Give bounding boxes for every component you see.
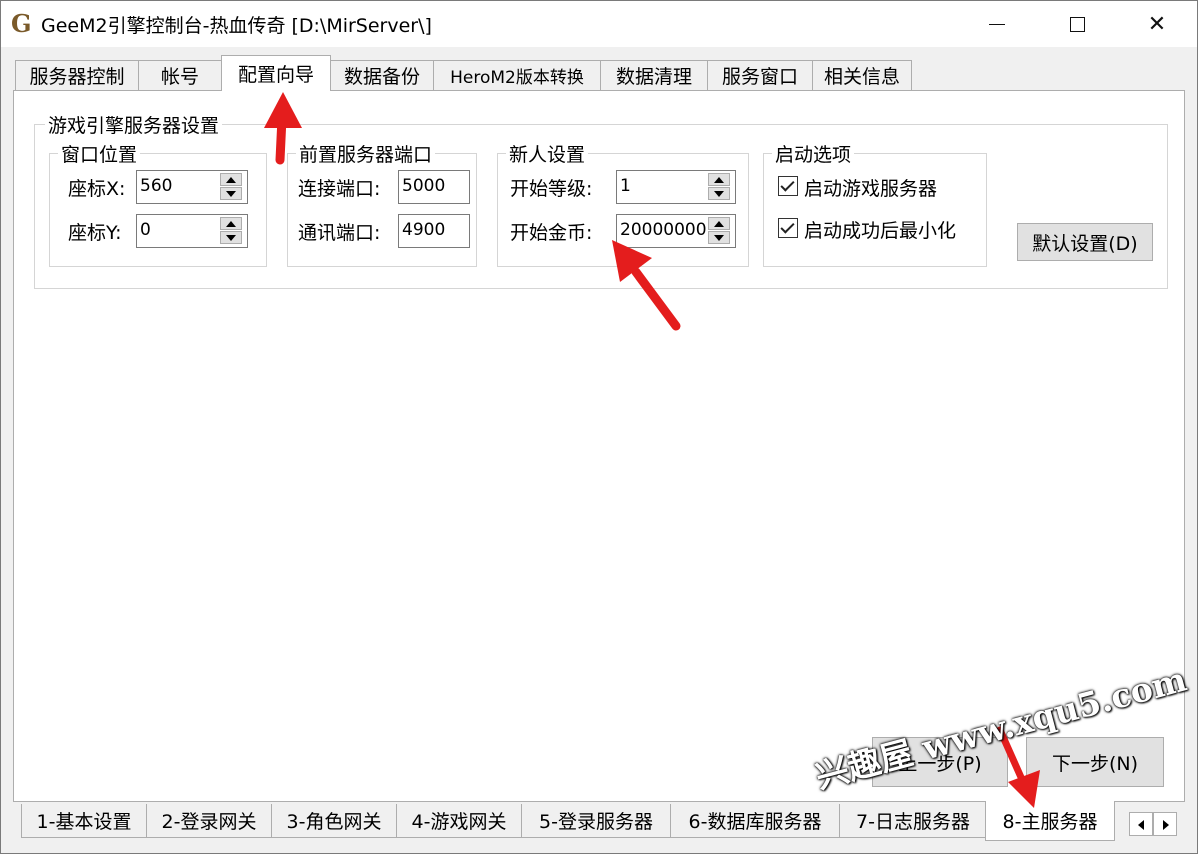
arrow-down-icon bbox=[714, 235, 724, 241]
start-game-server-checkbox[interactable] bbox=[778, 176, 798, 196]
config-wizard-panel: 游戏引擎服务器设置 窗口位置 座标X: 560 座标Y: 0 前置服务器端口 连… bbox=[13, 90, 1185, 802]
connect-port-input[interactable]: 5000 bbox=[398, 170, 470, 204]
tab-related-info[interactable]: 相关信息 bbox=[812, 60, 912, 90]
arrow-up-icon bbox=[714, 221, 724, 227]
spin-down-button[interactable] bbox=[220, 231, 242, 244]
bottom-tab-db-server[interactable]: 6-数据库服务器 bbox=[670, 804, 840, 838]
arrow-up-icon bbox=[714, 177, 724, 183]
start-level-value: 1 bbox=[620, 176, 631, 196]
bottom-tab-role-gate[interactable]: 3-角色网关 bbox=[271, 804, 397, 838]
spin-up-button[interactable] bbox=[708, 217, 730, 230]
tab-data-backup[interactable]: 数据备份 bbox=[330, 60, 434, 90]
maximize-button[interactable] bbox=[1037, 1, 1117, 47]
minimize-after-start-label[interactable]: 启动成功后最小化 bbox=[804, 216, 956, 243]
start-gold-spinner[interactable] bbox=[706, 216, 732, 246]
y-coord-label: 座标Y: bbox=[68, 222, 122, 244]
comm-port-value: 4900 bbox=[402, 220, 446, 240]
minimize-after-start-checkbox[interactable] bbox=[778, 218, 798, 238]
engine-settings-group: 游戏引擎服务器设置 窗口位置 座标X: 560 座标Y: 0 前置服务器端口 连… bbox=[34, 111, 1168, 289]
arrow-up-icon bbox=[226, 177, 236, 183]
app-logo-icon: G bbox=[11, 9, 32, 38]
tab-account[interactable]: 帐号 bbox=[138, 60, 222, 90]
tab-data-cleanup[interactable]: 数据清理 bbox=[600, 60, 708, 90]
tab-server-control[interactable]: 服务器控制 bbox=[15, 60, 139, 90]
tab-scroll-left-button[interactable] bbox=[1129, 812, 1153, 836]
window-position-title: 窗口位置 bbox=[58, 140, 141, 167]
arrow-down-icon bbox=[226, 191, 236, 197]
spin-down-button[interactable] bbox=[708, 231, 730, 244]
comm-port-label: 通讯端口: bbox=[298, 222, 381, 244]
newbie-settings-group: 新人设置 开始等级: 1 开始金币: 20000000 bbox=[497, 140, 749, 267]
minimize-button[interactable] bbox=[957, 1, 1037, 47]
arrow-down-icon bbox=[226, 235, 236, 241]
checkmark-icon bbox=[780, 177, 795, 192]
bottom-tab-login-server[interactable]: 5-登录服务器 bbox=[521, 804, 671, 838]
bottom-tab-login-gate[interactable]: 2-登录网关 bbox=[146, 804, 272, 838]
close-icon: ✕ bbox=[1147, 11, 1167, 37]
bottom-tab-basic[interactable]: 1-基本设置 bbox=[21, 804, 147, 838]
title-bar[interactable]: G GeeM2引擎控制台-热血传奇 [D:\MirServer\] ✕ bbox=[1, 1, 1197, 47]
minimize-icon bbox=[989, 23, 1005, 25]
maximize-icon bbox=[1069, 16, 1085, 32]
arrow-left-icon bbox=[1138, 820, 1144, 830]
window-position-group: 窗口位置 座标X: 560 座标Y: 0 bbox=[49, 140, 267, 267]
engine-settings-title: 游戏引擎服务器设置 bbox=[45, 111, 223, 138]
start-gold-label: 开始金币: bbox=[510, 222, 593, 244]
x-coord-value: 560 bbox=[140, 176, 173, 196]
start-game-server-label[interactable]: 启动游戏服务器 bbox=[804, 174, 937, 201]
comm-port-input[interactable]: 4900 bbox=[398, 214, 470, 248]
startup-options-title: 启动选项 bbox=[772, 140, 855, 167]
tab-config-wizard[interactable]: 配置向导 bbox=[221, 55, 331, 91]
arrow-up-icon bbox=[226, 221, 236, 227]
newbie-settings-title: 新人设置 bbox=[506, 140, 589, 167]
close-button[interactable]: ✕ bbox=[1117, 1, 1197, 47]
gateway-ports-group: 前置服务器端口 连接端口: 5000 通讯端口: 4900 bbox=[287, 140, 477, 267]
y-coord-spinner[interactable] bbox=[218, 216, 244, 246]
arrow-down-icon bbox=[714, 191, 724, 197]
start-level-label: 开始等级: bbox=[510, 178, 593, 200]
tab-herom2-convert[interactable]: HeroM2版本转换 bbox=[433, 60, 601, 90]
bottom-tab-game-gate[interactable]: 4-游戏网关 bbox=[396, 804, 522, 838]
window-title: GeeM2引擎控制台-热血传奇 [D:\MirServer\] bbox=[41, 15, 432, 37]
gateway-ports-title: 前置服务器端口 bbox=[296, 140, 436, 167]
connect-port-label: 连接端口: bbox=[298, 178, 381, 200]
start-level-spinner[interactable] bbox=[706, 172, 732, 202]
checkmark-icon bbox=[780, 219, 795, 234]
x-coord-spinner[interactable] bbox=[218, 172, 244, 202]
spin-down-button[interactable] bbox=[220, 187, 242, 200]
y-coord-value: 0 bbox=[140, 220, 151, 240]
startup-options-group: 启动选项 启动游戏服务器 启动成功后最小化 bbox=[763, 140, 987, 267]
arrow-right-icon bbox=[1163, 820, 1169, 830]
bottom-tab-main-server[interactable]: 8-主服务器 bbox=[985, 801, 1115, 841]
start-gold-value: 20000000 bbox=[620, 220, 707, 240]
connect-port-value: 5000 bbox=[402, 176, 446, 196]
tab-service-window[interactable]: 服务窗口 bbox=[707, 60, 813, 90]
spin-up-button[interactable] bbox=[220, 173, 242, 186]
x-coord-label: 座标X: bbox=[68, 178, 126, 200]
bottom-tab-log-server[interactable]: 7-日志服务器 bbox=[839, 804, 987, 838]
spin-up-button[interactable] bbox=[708, 173, 730, 186]
tab-scroll-right-button[interactable] bbox=[1153, 812, 1177, 836]
spin-up-button[interactable] bbox=[220, 217, 242, 230]
default-settings-button[interactable]: 默认设置(D) bbox=[1017, 223, 1153, 261]
next-step-button[interactable]: 下一步(N) bbox=[1026, 737, 1164, 787]
spin-down-button[interactable] bbox=[708, 187, 730, 200]
